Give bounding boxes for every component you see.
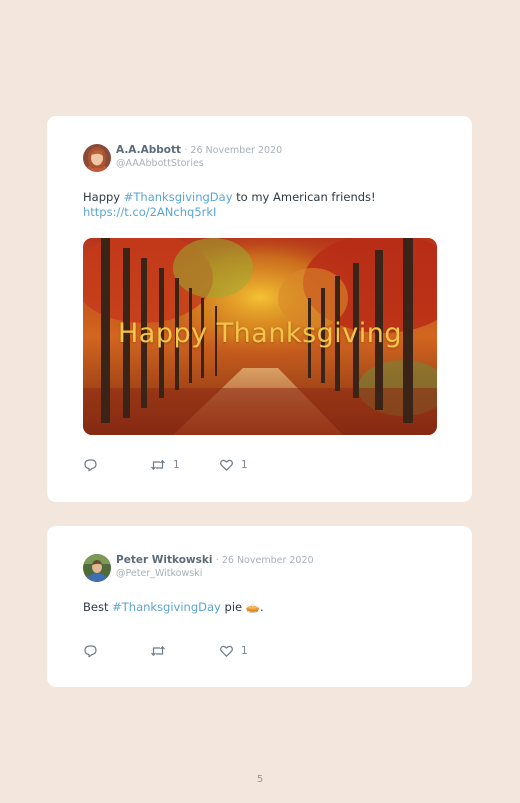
tweet-card: A.A.Abbott · 26 November 2020 @AAAbbottS…	[47, 116, 472, 502]
author-name[interactable]: Peter Witkowski	[116, 554, 212, 566]
tweet-card: Peter Witkowski · 26 November 2020 @Pete…	[47, 526, 472, 687]
page-number: 5	[256, 774, 264, 785]
hashtag-link[interactable]: #ThanksgivingDay	[112, 600, 221, 614]
author-handle[interactable]: @Peter_Witkowski	[116, 567, 314, 580]
tweet-url-link[interactable]: https://t.co/2ANchq5rkI	[83, 205, 216, 219]
tweet-media-image[interactable]: Happy Thanksgiving	[83, 238, 437, 435]
reply-icon	[84, 459, 97, 472]
retweet-button[interactable]	[150, 644, 173, 658]
avatar[interactable]	[83, 554, 111, 582]
tweet-date: · 26 November 2020	[215, 555, 314, 566]
tweet-text: Best #ThanksgivingDay pie 🥧.	[83, 600, 443, 615]
tweet-actions: 1 1	[83, 458, 283, 474]
media-caption: Happy Thanksgiving	[117, 318, 403, 349]
retweet-count: 1	[173, 459, 180, 471]
reply-button[interactable]	[83, 644, 98, 658]
tweet-text-before: Best	[83, 600, 113, 614]
tweet-text-after: pie 🥧.	[220, 600, 264, 614]
reply-button[interactable]	[83, 458, 98, 472]
like-count: 1	[241, 459, 248, 471]
like-button[interactable]: 1	[219, 458, 248, 472]
tweet-text-after: to my American friends!	[232, 190, 376, 204]
tweet-date: · 26 November 2020	[184, 145, 283, 156]
author-handle[interactable]: @AAAbbottStories	[116, 157, 282, 170]
retweet-button[interactable]: 1	[150, 458, 180, 472]
reply-icon	[84, 645, 97, 658]
tweet-text-before: Happy	[83, 190, 124, 204]
avatar[interactable]	[83, 144, 111, 172]
heart-icon	[220, 645, 233, 657]
like-count: 1	[241, 645, 248, 657]
tweet-actions: 1	[83, 644, 283, 660]
tweet-text: Happy #ThanksgivingDay to my American fr…	[83, 190, 443, 220]
retweet-icon	[151, 645, 165, 657]
hashtag-link[interactable]: #ThanksgivingDay	[124, 190, 233, 204]
retweet-icon	[151, 459, 165, 471]
like-button[interactable]: 1	[219, 644, 248, 658]
heart-icon	[220, 459, 233, 471]
author-name[interactable]: A.A.Abbott	[116, 144, 181, 156]
